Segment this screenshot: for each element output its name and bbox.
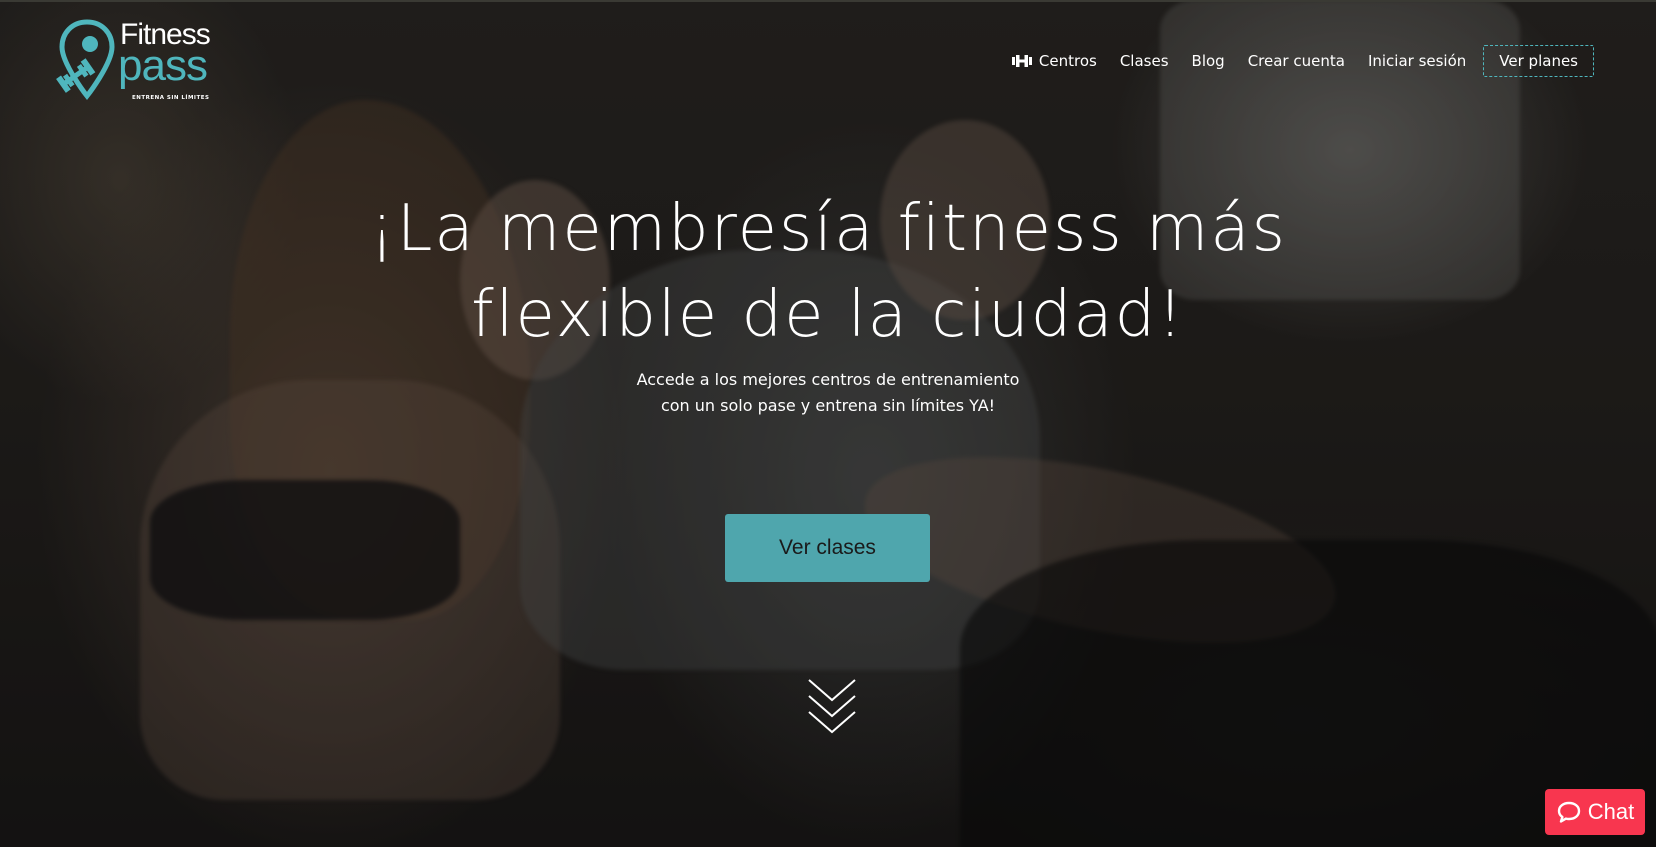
hero-headline: ¡La membresía fitness más flexible de la… (0, 186, 1656, 358)
ver-clases-button[interactable]: Ver clases (725, 514, 930, 582)
nav-item-centros[interactable]: Centros (1011, 52, 1097, 70)
nav-item-clases[interactable]: Clases (1120, 52, 1169, 70)
hero-headline-line1: ¡La membresía fitness más (369, 192, 1287, 266)
chat-label: Chat (1587, 799, 1635, 824)
map-pin-dumbbell-icon (56, 19, 115, 101)
nav-item-blog[interactable]: Blog (1192, 52, 1225, 70)
brand-logo[interactable]: Fitness pass ENTRENA SIN LÍMITES (56, 14, 236, 101)
dumbbell-icon (1011, 54, 1032, 68)
hero-subtitle-line2: con un solo pase y entrena sin límites Y… (660, 396, 996, 415)
hero-subtitle-line1: Accede a los mejores centros de entrenam… (636, 370, 1020, 389)
nav-item-crear-cuenta[interactable]: Crear cuenta (1248, 52, 1345, 70)
double-chevron-down-icon[interactable] (807, 678, 857, 736)
ver-planes-button[interactable]: Ver planes (1483, 45, 1594, 77)
nav-item-iniciar-sesion[interactable]: Iniciar sesión (1368, 52, 1466, 70)
logo-text-pass: pass (118, 41, 208, 90)
top-border-line (0, 0, 1656, 2)
nav-item-label: Centros (1038, 52, 1097, 70)
main-nav: Centros Clases Blog Crear cuenta Iniciar… (989, 45, 1594, 77)
hero-headline-line2: flexible de la ciudad! (471, 278, 1185, 352)
logo-tagline: ENTRENA SIN LÍMITES (132, 95, 210, 101)
hero-section: Fitness pass ENTRENA SIN LÍMITES Centros… (0, 0, 1656, 847)
hero-subtitle: Accede a los mejores centros de entrenam… (0, 367, 1656, 419)
speech-bubble-icon (1556, 800, 1582, 824)
chat-button[interactable]: Chat (1545, 789, 1645, 835)
